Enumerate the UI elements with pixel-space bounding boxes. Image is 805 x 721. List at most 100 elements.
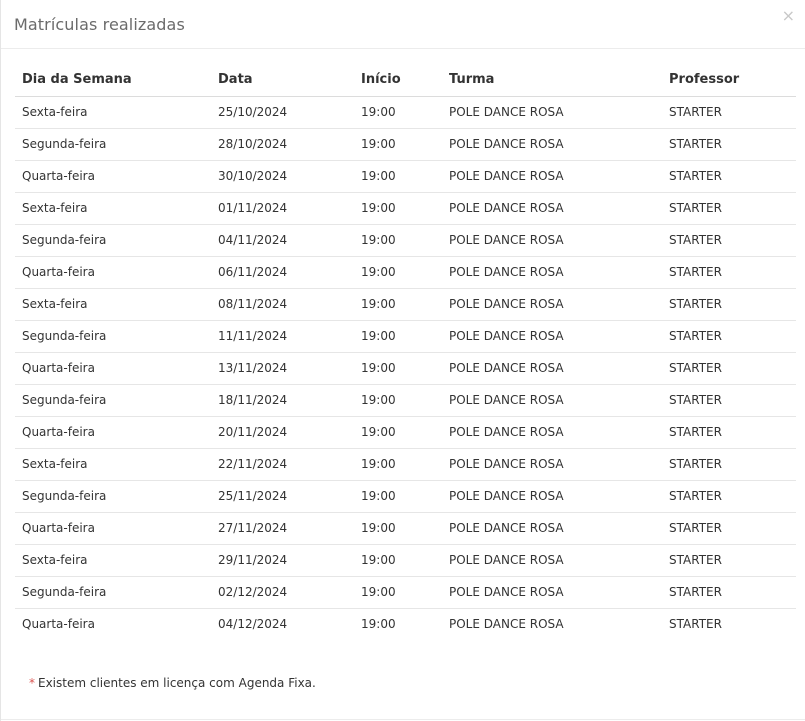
cell-weekday: Quarta-feira [15,160,211,193]
cell-weekday: Segunda-feira [15,480,211,513]
modal-header: Matrículas realizadas × [1,0,805,49]
table-header-row: Dia da Semana Data Início Turma Professo… [15,63,796,97]
cell-start: 19:00 [354,544,442,577]
cell-start: 19:00 [354,416,442,449]
cell-weekday: Quarta-feira [15,352,211,385]
close-icon[interactable]: × [782,8,795,24]
cell-teacher: STARTER [662,512,796,545]
column-header-teacher: Professor [662,63,796,97]
cell-date: 11/11/2024 [211,320,354,353]
column-header-class: Turma [442,63,662,97]
cell-class: POLE DANCE ROSA [442,96,662,129]
cell-class: POLE DANCE ROSA [442,384,662,417]
cell-teacher: STARTER [662,384,796,417]
cell-start: 19:00 [354,480,442,513]
cell-start: 19:00 [354,576,442,609]
cell-date: 20/11/2024 [211,416,354,449]
cell-teacher: STARTER [662,448,796,481]
cell-weekday: Segunda-feira [15,320,211,353]
table-row: Sexta-feira 29/11/2024 19:00 POLE DANCE ROS… [15,544,796,577]
cell-start: 19:00 [354,96,442,129]
cell-teacher: STARTER [662,576,796,609]
cell-teacher: STARTER [662,192,796,225]
cell-class: POLE DANCE ROSA [442,352,662,385]
table-row: Quarta-feira 20/11/2024 19:00 POLE DANCE RO… [15,416,796,449]
enrollments-table: Dia da Semana Data Início Turma Professo… [15,63,796,640]
table-row: Segunda-feira 04/11/2024 19:00 POLE DANCE R… [15,224,796,257]
cell-teacher: STARTER [662,544,796,577]
cell-class: POLE DANCE ROSA [442,320,662,353]
cell-date: 18/11/2024 [211,384,354,417]
cell-date: 30/10/2024 [211,160,354,193]
footnote-text: Existem clientes em licença com Agenda F… [38,676,316,690]
cell-date: 25/10/2024 [211,96,354,129]
table-row: Segunda-feira 18/11/2024 19:00 POLE DANCE R… [15,384,796,417]
cell-weekday: Segunda-feira [15,576,211,609]
cell-class: POLE DANCE ROSA [442,224,662,257]
cell-teacher: STARTER [662,128,796,161]
table-row: Sexta-feira 25/10/2024 19:00 POLE DANCE ROS… [15,96,796,129]
cell-start: 19:00 [354,384,442,417]
table-header: Dia da Semana Data Início Turma Professo… [15,63,796,97]
table-row: Segunda-feira 28/10/2024 19:00 POLE DANCE R… [15,128,796,161]
cell-date: 28/10/2024 [211,128,354,161]
cell-class: POLE DANCE ROSA [442,480,662,513]
cell-date: 01/11/2024 [211,192,354,225]
cell-start: 19:00 [354,288,442,321]
cell-weekday: Sexta-feira [15,192,211,225]
footnote-asterisk: * [29,676,35,690]
cell-start: 19:00 [354,352,442,385]
cell-date: 04/11/2024 [211,224,354,257]
table-row: Segunda-feira 11/11/2024 19:00 POLE DANCE R… [15,320,796,353]
cell-weekday: Quarta-feira [15,256,211,289]
cell-weekday: Sexta-feira [15,448,211,481]
cell-weekday: Segunda-feira [15,384,211,417]
cell-weekday: Segunda-feira [15,224,211,257]
cell-teacher: STARTER [662,352,796,385]
cell-start: 19:00 [354,128,442,161]
table-row: Quarta-feira 30/10/2024 19:00 POLE DANCE RO… [15,160,796,193]
cell-weekday: Sexta-feira [15,544,211,577]
modal-title: Matrículas realizadas [14,15,185,34]
table-row: Segunda-feira 02/12/2024 19:00 POLE DANCE R… [15,576,796,609]
cell-class: POLE DANCE ROSA [442,256,662,289]
cell-class: POLE DANCE ROSA [442,160,662,193]
cell-class: POLE DANCE ROSA [442,576,662,609]
cell-weekday: Segunda-feira [15,128,211,161]
cell-teacher: STARTER [662,416,796,449]
enrollments-modal: Matrículas realizadas × Dia da Semana Da… [0,0,805,721]
table-row: Sexta-feira 22/11/2024 19:00 POLE DANCE ROS… [15,448,796,481]
cell-class: POLE DANCE ROSA [442,288,662,321]
cell-class: POLE DANCE ROSA [442,512,662,545]
column-header-date: Data [211,63,354,97]
column-header-weekday: Dia da Semana [15,63,211,97]
cell-class: POLE DANCE ROSA [449,617,564,632]
modal-divider [1,719,805,720]
cell-start: 19:00 [354,160,442,193]
cell-date: 04/12/2024 [218,617,288,632]
cell-start: 19:00 [354,224,442,257]
cell-start: 19:00 [354,320,442,353]
cell-teacher: STARTER [662,224,796,257]
cell-weekday: Sexta-feira [15,96,211,129]
cell-date: 27/11/2024 [211,512,354,545]
cell-class: POLE DANCE ROSA [442,448,662,481]
cell-start: 19:00 [354,448,442,481]
cell-date: 22/11/2024 [211,448,354,481]
table-body: Sexta-feira 25/10/2024 19:00 POLE DANCE ROS… [15,96,796,640]
cell-weekday: Quarta-feira [22,617,95,632]
cell-weekday: Quarta-feira [15,512,211,545]
cell-start: 19:00 [361,617,396,632]
cell-start: 19:00 [354,256,442,289]
cell-teacher: STARTER [662,96,796,129]
enrollments-table-container: Dia da Semana Data Início Turma Professo… [15,63,796,640]
cell-class: POLE DANCE ROSA [442,192,662,225]
cell-teacher: STARTER [662,480,796,513]
license-footnote: * Existem clientes em licença com Agenda … [29,676,316,690]
cell-date: 25/11/2024 [211,480,354,513]
table-row: Sexta-feira 01/11/2024 19:00 POLE DANCE ROS… [15,192,796,225]
cell-teacher: STARTER [669,617,722,632]
cell-start: 19:00 [354,512,442,545]
table-row: Quarta-feira 13/11/2024 19:00 POLE DANCE RO… [15,352,796,385]
cell-teacher: STARTER [662,288,796,321]
